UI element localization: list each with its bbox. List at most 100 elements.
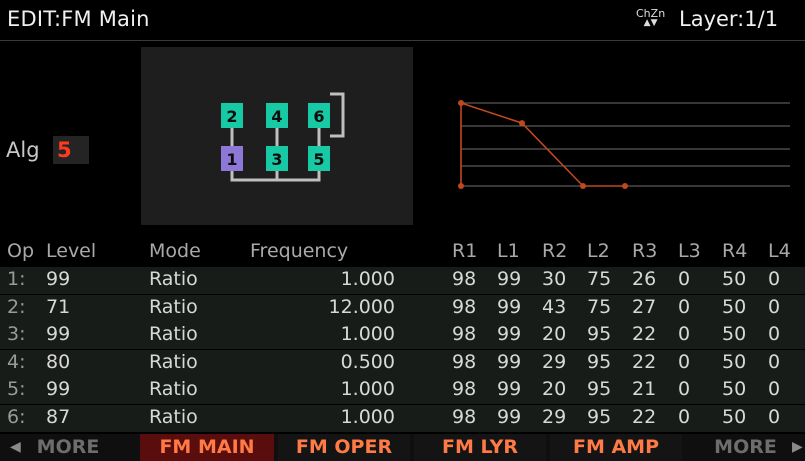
- cell-op: 3:: [7, 323, 26, 346]
- cell-r2: 29: [542, 406, 567, 428]
- cell-op: 2:: [7, 295, 26, 318]
- page-title: EDIT:FM Main: [7, 7, 150, 31]
- operator-6-label: 6: [313, 107, 324, 126]
- table-row[interactable]: 6: 87 Ratio 1.000 98 99 29 95 22 0 50 0: [0, 405, 805, 432]
- column-header-r2: R2: [542, 240, 568, 262]
- tab-label: FM LYR: [441, 436, 519, 458]
- cell-l1: 99: [497, 268, 522, 290]
- cell-r2: 20: [542, 378, 567, 401]
- column-header-frequency: Frequency: [250, 240, 349, 262]
- cell-level: 80: [46, 350, 71, 373]
- cell-mode: Ratio: [149, 406, 198, 428]
- tab-more-right[interactable]: MORE: [686, 434, 805, 461]
- cell-l1: 99: [497, 406, 522, 428]
- cell-r2: 30: [542, 268, 567, 290]
- cell-l1: 99: [497, 350, 522, 373]
- cell-l3: 0: [678, 295, 691, 318]
- cell-r3: 22: [632, 350, 657, 373]
- cell-l4: 0: [768, 268, 781, 290]
- envelope-graph: [445, 93, 795, 193]
- cell-l2: 95: [587, 350, 612, 373]
- column-header-r4: R4: [722, 240, 748, 262]
- chzn-indicator: ChZn ▲▼: [636, 8, 665, 28]
- cell-level: 87: [46, 406, 71, 428]
- cell-op: 1:: [7, 268, 26, 290]
- cell-freq: 1.000: [340, 268, 395, 290]
- cell-l1: 99: [497, 323, 522, 346]
- cell-r1: 98: [452, 268, 477, 290]
- cell-r3: 22: [632, 406, 657, 428]
- tab-fm-amp[interactable]: FM AMP: [550, 434, 682, 461]
- column-header-mode: Mode: [149, 240, 201, 262]
- operator-5-label: 5: [313, 150, 324, 169]
- cell-level: 99: [46, 378, 71, 401]
- cell-l1: 99: [497, 295, 522, 318]
- column-header-l1: L1: [497, 240, 520, 262]
- cell-op: 5:: [7, 378, 26, 401]
- tab-fm-main[interactable]: FM MAIN: [140, 434, 274, 461]
- algorithm-diagram: 2 4 6 1 3 5: [141, 47, 413, 225]
- cell-freq: 0.500: [340, 350, 395, 373]
- cell-l4: 0: [768, 295, 781, 318]
- cell-mode: Ratio: [149, 268, 198, 290]
- table-row[interactable]: 1: 99 Ratio 1.000 98 99 30 75 26 0 50 0: [0, 267, 805, 294]
- cell-mode: Ratio: [149, 350, 198, 373]
- cell-l2: 95: [587, 323, 612, 346]
- cell-r1: 98: [452, 406, 477, 428]
- cell-l3: 0: [678, 378, 691, 401]
- table-row[interactable]: 4: 80 Ratio 0.500 98 99 29 95 22 0 50 0: [0, 349, 805, 377]
- column-header-r1: R1: [452, 240, 478, 262]
- cell-r1: 98: [452, 378, 477, 401]
- layer-indicator: Layer:1/1: [679, 7, 779, 31]
- cell-freq: 1.000: [340, 323, 395, 346]
- cell-l3: 0: [678, 350, 691, 373]
- cell-r4: 50: [722, 268, 747, 290]
- cell-mode: Ratio: [149, 295, 198, 318]
- table-row[interactable]: 3: 99 Ratio 1.000 98 99 20 95 22 0 50 0: [0, 322, 805, 350]
- cell-r1: 98: [452, 350, 477, 373]
- envelope-point: [458, 100, 464, 106]
- column-header-l2: L2: [587, 240, 610, 262]
- cell-r1: 98: [452, 323, 477, 346]
- cell-op: 4:: [7, 350, 26, 373]
- cell-r2: 20: [542, 323, 567, 346]
- operator-3-label: 3: [271, 150, 282, 169]
- cell-l2: 75: [587, 268, 612, 290]
- cell-r4: 50: [722, 406, 747, 428]
- cell-level: 99: [46, 323, 71, 346]
- cell-r2: 29: [542, 350, 567, 373]
- table-row[interactable]: 2: 71 Ratio 12.000 98 99 43 75 27 0 50 0: [0, 294, 805, 322]
- alg-value-field[interactable]: 5: [53, 136, 89, 164]
- column-header-level: Level: [46, 240, 97, 262]
- cell-l1: 99: [497, 378, 522, 401]
- column-header-l3: L3: [678, 240, 701, 262]
- operator-4-label: 4: [271, 107, 282, 126]
- cell-l4: 0: [768, 323, 781, 346]
- tab-fm-oper[interactable]: FM OPER: [278, 434, 410, 461]
- column-header-op: Op: [7, 240, 35, 262]
- cell-r1: 98: [452, 295, 477, 318]
- table-row[interactable]: 5: 99 Ratio 1.000 98 99 20 95 21 0 50 0: [0, 377, 805, 405]
- operator-table: Op Level Mode Frequency R1 L1 R2 L2 R3 L3 R4 L4 1: 99…: [0, 232, 805, 434]
- cell-r3: 21: [632, 378, 657, 401]
- tab-fm-lyr[interactable]: FM LYR: [414, 434, 546, 461]
- alg-label: Alg: [6, 138, 40, 162]
- cell-r4: 50: [722, 350, 747, 373]
- tab-label: FM OPER: [295, 436, 393, 458]
- cell-l2: 95: [587, 378, 612, 401]
- title-bar: EDIT:FM Main ChZn ▲▼ Layer:1/1: [0, 0, 805, 41]
- alg-value: 5: [57, 138, 72, 162]
- cell-r3: 26: [632, 268, 657, 290]
- cell-l3: 0: [678, 268, 691, 290]
- cell-l2: 95: [587, 406, 612, 428]
- envelope-line: [460, 101, 625, 187]
- cell-r4: 50: [722, 378, 747, 401]
- cell-l4: 0: [768, 406, 781, 428]
- envelope-point: [458, 183, 464, 189]
- tab-label: FM MAIN: [159, 436, 255, 458]
- cell-r3: 22: [632, 323, 657, 346]
- cell-l3: 0: [678, 406, 691, 428]
- tab-label: MORE: [36, 436, 100, 458]
- cell-r2: 43: [542, 295, 567, 318]
- cell-l3: 0: [678, 323, 691, 346]
